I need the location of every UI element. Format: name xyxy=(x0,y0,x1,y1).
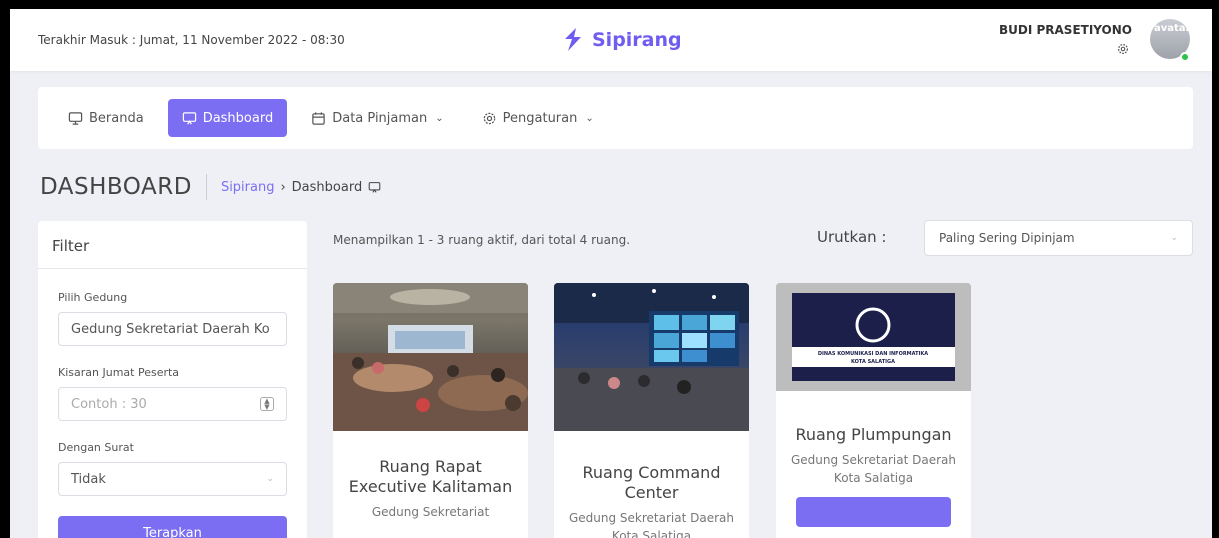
gear-icon xyxy=(483,112,495,124)
room-building: Gedung Sekretariat Daerah Kota Salatiga xyxy=(790,453,956,485)
room-photo-graphic xyxy=(554,283,749,431)
number-stepper-icon[interactable]: ▲ ▼ xyxy=(260,397,274,411)
app-frame: Terakhir Masuk : Jumat, 11 November 2022… xyxy=(10,9,1212,538)
nav-beranda-label: Beranda xyxy=(89,110,144,126)
participants-placeholder: Contoh : 30 xyxy=(71,396,147,412)
brand-icon xyxy=(565,28,581,51)
sort-select[interactable]: Paling Sering Dipinjam ⌄ xyxy=(924,220,1193,256)
agency-line-1: DINAS KOMUNIKASI DAN INFORMATIKA xyxy=(818,351,928,357)
apply-filter-button[interactable]: Terapkan xyxy=(58,516,287,538)
room-photo xyxy=(333,283,528,431)
filter-panel: Filter Pilih Gedung Gedung Sekretariat D… xyxy=(38,221,307,538)
page-title: DASHBOARD xyxy=(40,174,192,200)
room-photo-graphic xyxy=(333,283,528,431)
page-header: DASHBOARD Sipirang › Dashboard xyxy=(40,174,381,200)
nav-dashboard-label: Dashboard xyxy=(202,110,274,126)
room-detail-button[interactable] xyxy=(796,497,951,527)
user-settings-icon[interactable] xyxy=(1116,42,1130,56)
nav-pengaturan[interactable]: Pengaturan ⌄ xyxy=(468,99,608,137)
building-label: Pilih Gedung xyxy=(58,291,128,304)
avatar-alt-text: avatar xyxy=(1154,23,1190,34)
filter-title: Filter xyxy=(38,221,307,269)
room-photo-graphic: DINAS KOMUNIKASI DAN INFORMATIKA KOTA SA… xyxy=(776,283,971,391)
room-card[interactable]: Ruang Command Center Gedung Sekretariat … xyxy=(554,283,749,538)
chevron-down-icon: ⌄ xyxy=(435,112,444,124)
sort-label: Urutkan : xyxy=(817,228,887,246)
room-title: Ruang Command Center xyxy=(582,463,721,502)
room-title: Ruang Plumpungan xyxy=(795,425,952,444)
monitor-icon xyxy=(182,111,196,124)
nav-dashboard[interactable]: Dashboard xyxy=(167,99,288,137)
chevron-down-icon: ⌄ xyxy=(585,112,594,124)
room-photo: DINAS KOMUNIKASI DAN INFORMATIKA KOTA SA… xyxy=(776,283,971,391)
agency-line-2: KOTA SALATIGA xyxy=(851,359,895,365)
nav-beranda[interactable]: Beranda xyxy=(54,99,158,137)
breadcrumb-home-link[interactable]: Sipirang xyxy=(221,180,275,195)
user-name[interactable]: BUDI PRASETIYONO xyxy=(999,23,1132,37)
building-input-value: Gedung Sekretariat Daerah Ko xyxy=(71,321,270,337)
monitor-icon xyxy=(68,111,83,125)
nav-data-pinjaman[interactable]: Data Pinjaman ⌄ xyxy=(297,99,457,137)
nav-pengaturan-label: Pengaturan xyxy=(502,110,578,126)
participants-input[interactable]: Contoh : 30 ▲ ▼ xyxy=(58,387,287,421)
brand-name: Sipirang xyxy=(592,29,682,51)
room-card[interactable]: Ruang Rapat Executive Kalitaman Gedung S… xyxy=(333,283,528,538)
last-login-text: Terakhir Masuk : Jumat, 11 November 2022… xyxy=(38,33,345,47)
breadcrumb-current: Dashboard xyxy=(291,179,363,195)
room-photo xyxy=(554,283,749,431)
nav-data-pinjaman-label: Data Pinjaman xyxy=(332,110,428,126)
building-input[interactable]: Gedung Sekretariat Daerah Ko xyxy=(58,312,287,346)
participants-label: Kisaran Jumat Peserta xyxy=(58,366,180,379)
breadcrumb: Sipirang › Dashboard xyxy=(221,180,381,195)
chevron-down-icon: ⌄ xyxy=(1170,233,1178,243)
chevron-down-icon: ⌄ xyxy=(266,474,274,484)
letter-select[interactable]: Tidak ⌄ xyxy=(58,462,287,496)
results-summary: Menampilkan 1 - 3 ruang aktif, dari tota… xyxy=(333,233,631,247)
monitor-icon xyxy=(368,181,381,193)
room-title: Ruang Rapat Executive Kalitaman xyxy=(348,457,513,496)
online-status-dot xyxy=(1180,52,1190,62)
breadcrumb-separator-icon: › xyxy=(280,179,286,195)
calendar-icon xyxy=(312,111,325,125)
brand-logo[interactable]: Sipirang xyxy=(562,27,682,53)
divider xyxy=(205,174,207,200)
room-building: Gedung Sekretariat Daerah Kota Salatiga xyxy=(568,511,734,538)
sort-select-value: Paling Sering Dipinjam xyxy=(939,231,1075,245)
main-nav: Beranda Dashboard Data Pinjaman ⌄ Pengat… xyxy=(38,87,1193,149)
top-bar: Terakhir Masuk : Jumat, 11 November 2022… xyxy=(10,9,1212,71)
letter-label: Dengan Surat xyxy=(58,441,134,454)
room-card[interactable]: DINAS KOMUNIKASI DAN INFORMATIKA KOTA SA… xyxy=(776,283,971,538)
letter-select-value: Tidak xyxy=(71,471,106,487)
room-building: Gedung Sekretariat xyxy=(371,505,490,519)
